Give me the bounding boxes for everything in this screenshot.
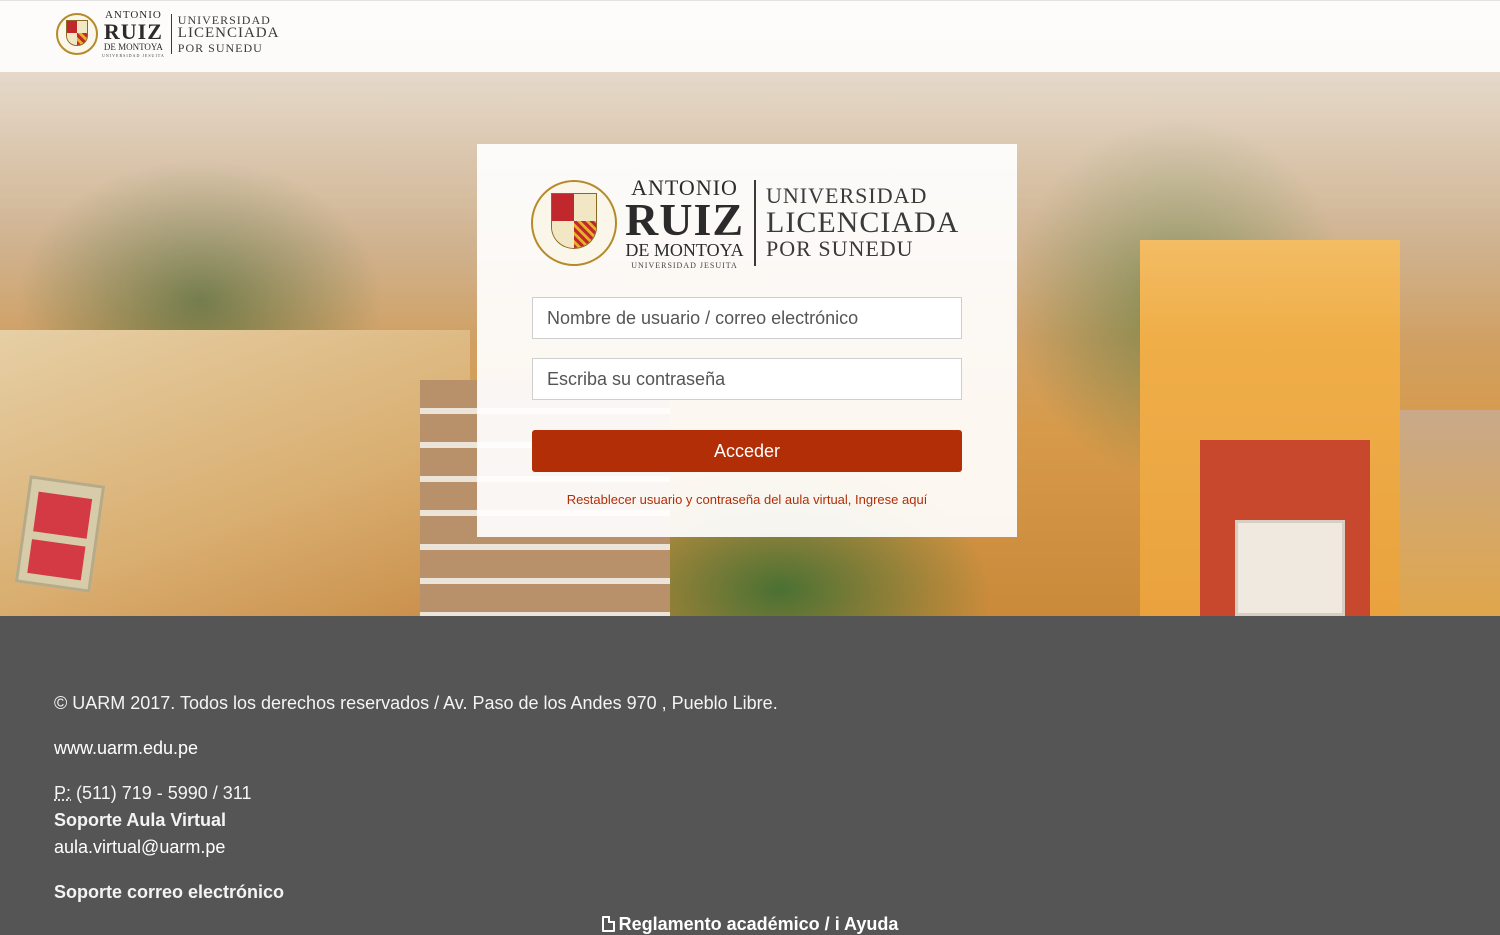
license-line1: UNIVERSIDAD (766, 183, 928, 209)
regulation-link[interactable]: Reglamento académico (619, 914, 820, 934)
reset-credentials-link[interactable]: Restablecer usuario y contraseña del aul… (477, 492, 1017, 507)
wordmark-line3: DE MONTOYA (625, 239, 744, 260)
footer-mail-support-title: Soporte correo electrónico (54, 882, 285, 902)
footer-support-email[interactable]: aula.virtual@uarm.pe (54, 837, 225, 858)
link-separator: / (819, 914, 835, 934)
login-card: ANTONIO RUIZ DE MONTOYA UNIVERSIDAD JESU… (477, 144, 1017, 537)
footer-phone: P: (511) 719 - 5990 / 311 (54, 783, 251, 804)
license-line3: POR SUNEDU (766, 236, 914, 262)
wordmark-line4: UNIVERSIDAD JESUITA (102, 53, 165, 58)
phone-label: P: (54, 783, 72, 803)
footer-website-link[interactable]: www.uarm.edu.pe (54, 738, 198, 759)
university-crest-icon (56, 13, 98, 55)
login-button[interactable]: Acceder (532, 430, 962, 472)
wordmark-line3: DE MONTOYA (103, 42, 163, 52)
license-line3: POR SUNEDU (177, 40, 263, 55)
license-line2: LICENCIADA (766, 205, 960, 239)
phone-number: (511) 719 - 5990 / 311 (71, 783, 252, 803)
footer-support-title: Soporte Aula Virtual (54, 810, 227, 830)
wordmark-line2: RUIZ (625, 193, 745, 245)
pdf-file-icon (601, 916, 615, 932)
footer-bottom-links: Reglamento académico / i Ayuda (0, 914, 1500, 935)
card-logo: ANTONIO RUIZ DE MONTOYA UNIVERSIDAD JESU… (531, 176, 960, 270)
logo-divider (754, 180, 757, 266)
username-input[interactable] (532, 297, 962, 339)
password-input[interactable] (532, 358, 962, 400)
license-text: UNIVERSIDAD LICENCIADA POR SUNEDU (178, 14, 280, 54)
help-link[interactable]: Ayuda (840, 914, 898, 934)
wordmark-line2: RUIZ (103, 19, 163, 44)
wordmark: ANTONIO RUIZ DE MONTOYA UNIVERSIDAD JESU… (102, 10, 165, 58)
wordmark: ANTONIO RUIZ DE MONTOYA UNIVERSIDAD JESU… (625, 176, 745, 270)
logo-divider (170, 14, 172, 54)
header-logo[interactable]: ANTONIO RUIZ DE MONTOYA UNIVERSIDAD JESU… (56, 10, 280, 58)
license-text: UNIVERSIDAD LICENCIADA POR SUNEDU (766, 183, 960, 262)
license-line2: LICENCIADA (177, 25, 280, 42)
footer-copyright: © UARM 2017. Todos los derechos reservad… (54, 693, 778, 713)
top-bar: ANTONIO RUIZ DE MONTOYA UNIVERSIDAD JESU… (0, 0, 1500, 72)
footer: © UARM 2017. Todos los derechos reservad… (0, 616, 1500, 934)
university-crest-icon (531, 180, 617, 266)
wordmark-line4: UNIVERSIDAD JESUITA (631, 260, 738, 270)
